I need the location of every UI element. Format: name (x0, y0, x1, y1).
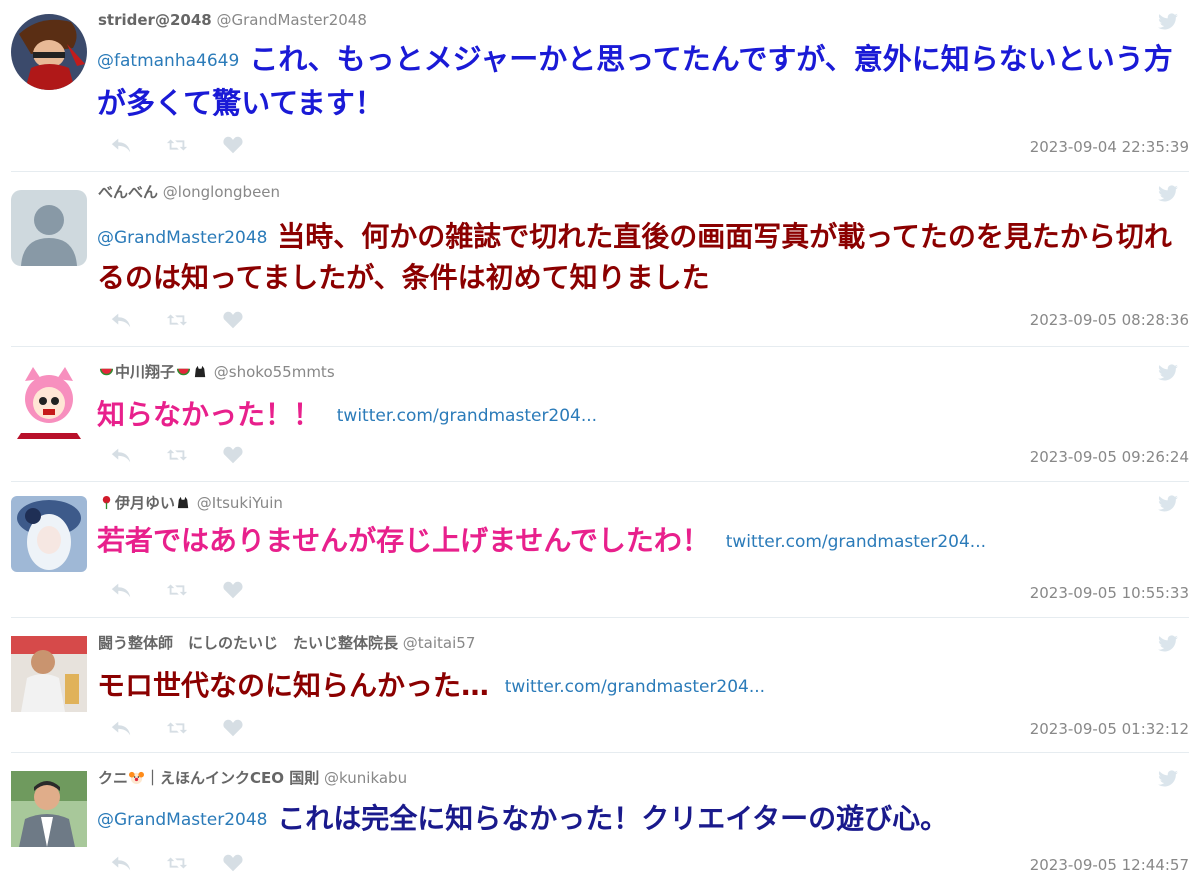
tweet-text: @fatmanha4649 これ、もっとメジャーかと思ってたんですが、意外に知ら… (97, 38, 1192, 124)
tweet-timestamp[interactable]: 2023-09-05 09:26:24 (1030, 448, 1189, 466)
twitter-bird-icon[interactable] (1157, 364, 1179, 382)
avatar-image-taitai (11, 636, 87, 712)
user-handle[interactable]: @GrandMaster2048 (216, 11, 366, 29)
mention-link[interactable]: @GrandMaster2048 (97, 810, 267, 830)
avatar[interactable] (11, 636, 87, 712)
tweet-actions (110, 853, 244, 873)
tweet-feed: strider@2048 @GrandMaster2048 @fatmanha4… (0, 0, 1200, 883)
display-name[interactable]: 闘う整体師 にしのたいじ たいじ整体院長 (98, 634, 398, 652)
avatar[interactable] (11, 496, 87, 572)
display-name[interactable]: strider@2048 (98, 11, 212, 29)
retweet-icon[interactable] (166, 580, 188, 600)
tweet-link[interactable]: twitter.com/grandmaster204... (337, 406, 597, 426)
tweet-item: べんべん @longlongbeen @GrandMaster2048 当時、何… (11, 172, 1189, 347)
mention-link[interactable]: @fatmanha4649 (97, 51, 239, 71)
reply-icon[interactable] (110, 853, 132, 873)
retweet-icon[interactable] (166, 718, 188, 738)
heart-icon[interactable] (222, 445, 244, 465)
user-handle[interactable]: @shoko55mmts (214, 363, 335, 381)
tweet-timestamp[interactable]: 2023-09-05 12:44:57 (1030, 856, 1189, 874)
user-handle[interactable]: @taitai57 (403, 634, 476, 652)
avatar-image-strider (11, 14, 87, 90)
display-name[interactable]: 中川翔子 (115, 363, 175, 381)
tweet-link[interactable]: twitter.com/grandmaster204... (505, 677, 765, 697)
tweet-actions (110, 580, 244, 600)
avatar-image-kuni (11, 771, 87, 847)
avatar[interactable] (11, 190, 87, 266)
twitter-bird-icon[interactable] (1157, 770, 1179, 788)
avatar[interactable] (11, 363, 87, 439)
tweet-actions (110, 445, 244, 465)
reply-icon[interactable] (110, 135, 132, 155)
reply-icon[interactable] (110, 718, 132, 738)
avatar-image-cat-character (11, 363, 87, 439)
heart-icon[interactable] (222, 310, 244, 330)
tweet-header: strider@2048 @GrandMaster2048 (98, 9, 367, 31)
tweet-text: 若者ではありませんが存じ上げませんでしたわ！ twitter.com/grand… (97, 520, 1192, 563)
user-handle[interactable]: @longlongbeen (163, 183, 280, 201)
tweet-timestamp[interactable]: 2023-09-04 22:35:39 (1030, 138, 1189, 156)
tweet-item: 中川翔子 @shoko55mmts 知らなかった！！ twitter.com/g… (11, 347, 1189, 482)
display-name-prefix[interactable]: クニ (98, 769, 128, 787)
retweet-icon[interactable] (166, 310, 188, 330)
user-handle[interactable]: @kunikabu (324, 769, 407, 787)
tweet-header: 中川翔子 @shoko55mmts (98, 361, 335, 383)
twitter-bird-icon[interactable] (1157, 185, 1179, 203)
display-name[interactable]: 伊月ゆい (115, 494, 175, 512)
tweet-item: 闘う整体師 にしのたいじ たいじ整体院長 @taitai57 モロ世代なのに知ら… (11, 618, 1189, 753)
retweet-icon[interactable] (166, 853, 188, 873)
user-handle[interactable]: @ItsukiYuin (197, 494, 283, 512)
heart-icon[interactable] (222, 580, 244, 600)
cat-icon (193, 363, 208, 378)
avatar-image-itsuki (11, 496, 87, 572)
avatar[interactable] (11, 771, 87, 847)
heart-icon[interactable] (222, 853, 244, 873)
reply-icon[interactable] (110, 310, 132, 330)
reply-icon[interactable] (110, 580, 132, 600)
tweet-content: これは完全に知らなかった！クリエイターの遊び心。 (277, 802, 949, 835)
tweet-item: クニ ｜えほんインクCEO 国則 @kunikabu @GrandMaster20… (11, 753, 1189, 883)
tweet-header: 伊月ゆい @ItsukiYuin (98, 492, 283, 514)
tweet-content: モロ世代なのに知らんかった… (97, 669, 490, 702)
tweet-content: 若者ではありませんが存じ上げませんでしたわ！ (97, 524, 710, 557)
tweet-item: 伊月ゆい @ItsukiYuin 若者ではありませんが存じ上げませんでしたわ！ … (11, 482, 1189, 618)
tweet-actions (110, 135, 244, 155)
tweet-content: 知らなかった！！ (97, 398, 322, 431)
retweet-icon[interactable] (166, 445, 188, 465)
tweet-header: べんべん @longlongbeen (98, 181, 280, 203)
tweet-actions (110, 310, 244, 330)
display-name[interactable]: べんべん (98, 183, 158, 201)
cat-icon (176, 494, 191, 509)
avatar[interactable] (11, 14, 87, 90)
tweet-text: @GrandMaster2048 当時、何かの雑誌で切れた直後の画面写真が載って… (97, 217, 1192, 298)
mention-link[interactable]: @GrandMaster2048 (97, 228, 267, 248)
watermelon-icon (99, 363, 114, 378)
tweet-timestamp[interactable]: 2023-09-05 01:32:12 (1030, 720, 1189, 738)
twitter-bird-icon[interactable] (1157, 13, 1179, 31)
tweet-content: これ、もっとメジャーかと思ってたんですが、意外に知らないという方が多くて驚いてま… (97, 42, 1173, 120)
default-profile-icon (11, 190, 87, 266)
tweet-actions (110, 718, 244, 738)
tweet-header: 闘う整体師 にしのたいじ たいじ整体院長 @taitai57 (98, 632, 475, 654)
twitter-bird-icon[interactable] (1157, 495, 1179, 513)
retweet-icon[interactable] (166, 135, 188, 155)
tweet-text: 知らなかった！！ twitter.com/grandmaster204... (97, 394, 1192, 437)
tweet-timestamp[interactable]: 2023-09-05 10:55:33 (1030, 584, 1189, 602)
watermelon-icon (176, 363, 191, 378)
tweet-text: @GrandMaster2048 これは完全に知らなかった！クリエイターの遊び心… (97, 798, 1192, 841)
heart-icon[interactable] (222, 718, 244, 738)
heart-icon[interactable] (222, 135, 244, 155)
display-name[interactable]: ｜えほんインクCEO 国則 (145, 769, 319, 787)
tweet-header: クニ ｜えほんインクCEO 国則 @kunikabu (98, 767, 407, 789)
twitter-bird-icon[interactable] (1157, 635, 1179, 653)
tweet-timestamp[interactable]: 2023-09-05 08:28:36 (1030, 311, 1189, 329)
tweet-text: モロ世代なのに知らんかった… twitter.com/grandmaster20… (97, 665, 1192, 708)
rose-icon (99, 494, 114, 510)
tweet-link[interactable]: twitter.com/grandmaster204... (726, 532, 986, 552)
clown-icon (129, 769, 145, 785)
reply-icon[interactable] (110, 445, 132, 465)
tweet-item: strider@2048 @GrandMaster2048 @fatmanha4… (11, 0, 1189, 172)
